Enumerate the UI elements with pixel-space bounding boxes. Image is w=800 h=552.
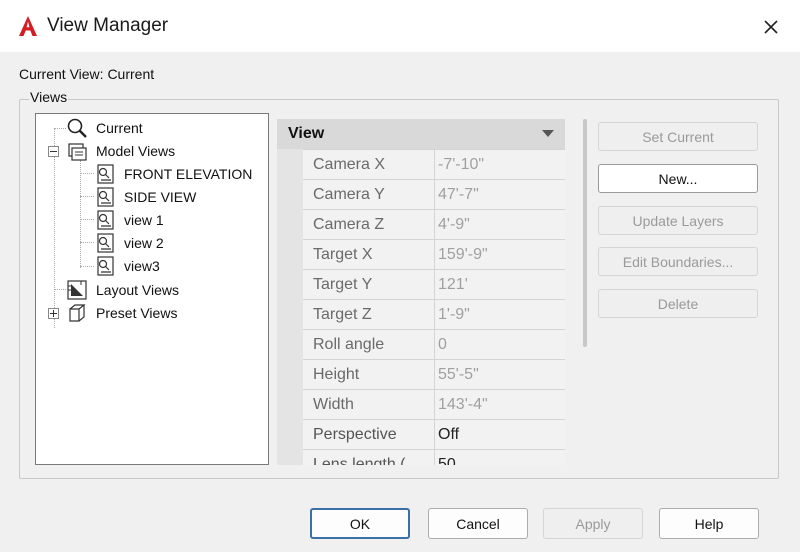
properties-gutter (277, 149, 303, 465)
set-current-button[interactable]: Set Current (598, 122, 758, 151)
property-value: 0 (438, 336, 447, 353)
tree-item-view[interactable]: view 1 (94, 209, 164, 230)
named-view-icon (97, 164, 114, 184)
tree-item-label: view 1 (124, 211, 164, 228)
properties-section-header[interactable]: View (277, 119, 565, 149)
help-button[interactable]: Help (659, 508, 759, 539)
property-value: Off (438, 426, 460, 443)
section-title: View (288, 125, 325, 142)
tree-item-current[interactable]: Current (66, 117, 143, 138)
property-row[interactable]: Camera Z 4'-9" (303, 209, 565, 240)
property-name: Roll angle (313, 336, 385, 353)
views-tree[interactable]: Current Model Views FRONT ELEVATION SIDE… (35, 113, 269, 465)
property-value: 159'-9" (438, 246, 488, 263)
property-name: Lens length ( (313, 456, 406, 465)
tree-item-label: SIDE VIEW (124, 188, 197, 205)
views-group-label: Views (29, 89, 69, 105)
tree-item-view[interactable]: FRONT ELEVATION (94, 163, 252, 184)
autocad-logo-icon (19, 16, 37, 36)
tree-item-label: FRONT ELEVATION (124, 165, 253, 182)
property-name: Target Y (313, 276, 373, 293)
property-value: -7'-10" (438, 156, 485, 173)
expand-toggle[interactable] (48, 308, 59, 319)
delete-button[interactable]: Delete (598, 289, 758, 318)
tree-item-view[interactable]: view3 (94, 255, 160, 276)
edit-boundaries-button[interactable]: Edit Boundaries... (598, 247, 758, 276)
new-view-button[interactable]: New... (598, 164, 758, 193)
cancel-button[interactable]: Cancel (428, 508, 528, 539)
close-button[interactable] (752, 10, 790, 44)
named-view-icon (97, 256, 114, 276)
apply-button[interactable]: Apply (543, 508, 643, 539)
property-name: Camera Z (313, 216, 385, 233)
named-view-icon (97, 233, 114, 253)
property-name: Target X (313, 246, 373, 263)
tree-item-model-views[interactable]: Model Views (66, 140, 175, 161)
view-properties-panel[interactable]: View Camera X -7'-10" Camera Y 47'-7" Ca… (277, 119, 565, 465)
property-name: Camera Y (313, 186, 385, 203)
property-row[interactable]: Camera Y 47'-7" (303, 179, 565, 210)
property-row[interactable]: Target Z 1'-9" (303, 299, 565, 330)
property-row[interactable]: Roll angle 0 (303, 329, 565, 360)
property-name: Perspective (313, 426, 397, 443)
property-row[interactable]: Height 55'-5" (303, 359, 565, 390)
update-layers-button[interactable]: Update Layers (598, 206, 758, 235)
property-row[interactable]: Camera X -7'-10" (303, 149, 565, 180)
tree-item-preset-views[interactable]: Preset Views (66, 302, 177, 323)
tree-item-label: view3 (124, 257, 160, 274)
minus-icon (50, 151, 57, 152)
ok-button[interactable]: OK (310, 508, 410, 539)
property-value: 1'-9" (438, 306, 470, 323)
properties-scrollbar[interactable] (583, 119, 587, 347)
named-view-icon (97, 210, 114, 230)
property-name: Width (313, 396, 354, 413)
property-name: Height (313, 366, 360, 383)
current-view-label: Current View: Current (19, 66, 155, 82)
model-views-icon (68, 143, 87, 161)
property-row[interactable]: Target X 159'-9" (303, 239, 565, 270)
tree-item-view[interactable]: view 2 (94, 232, 164, 253)
window-title: View Manager (47, 15, 169, 36)
tree-item-label: Layout Views (96, 281, 180, 298)
tree-item-view[interactable]: SIDE VIEW (94, 186, 196, 207)
collapse-toggle[interactable] (48, 146, 59, 157)
title-bar: View Manager (0, 0, 800, 52)
tree-item-label: Preset Views (96, 304, 178, 321)
property-value: 55'-5" (438, 366, 479, 383)
tree-item-label: Model Views (96, 142, 176, 159)
plus-icon (50, 310, 57, 317)
property-row[interactable]: Target Y 121' (303, 269, 565, 300)
tree-item-label: view 2 (124, 234, 164, 251)
caret-down-icon (542, 130, 554, 137)
property-value: 4'-9" (438, 216, 470, 233)
magnifier-view-icon (67, 118, 87, 138)
property-value: 121' (438, 276, 468, 293)
named-view-icon (97, 187, 114, 207)
property-name: Target Z (313, 306, 372, 323)
layout-views-icon (67, 280, 87, 300)
property-row[interactable]: Perspective Off (303, 419, 565, 450)
preset-cube-icon (69, 304, 86, 322)
property-row[interactable]: Lens length ( 50 (303, 449, 565, 465)
tree-item-label: Current (96, 119, 143, 136)
property-value: 47'-7" (438, 186, 479, 203)
tree-item-layout-views[interactable]: Layout Views (66, 279, 179, 300)
close-icon (764, 20, 778, 34)
property-value: 50 (438, 456, 456, 465)
property-row[interactable]: Width 143'-4" (303, 389, 565, 420)
property-name: Camera X (313, 156, 386, 173)
property-value: 143'-4" (438, 396, 488, 413)
